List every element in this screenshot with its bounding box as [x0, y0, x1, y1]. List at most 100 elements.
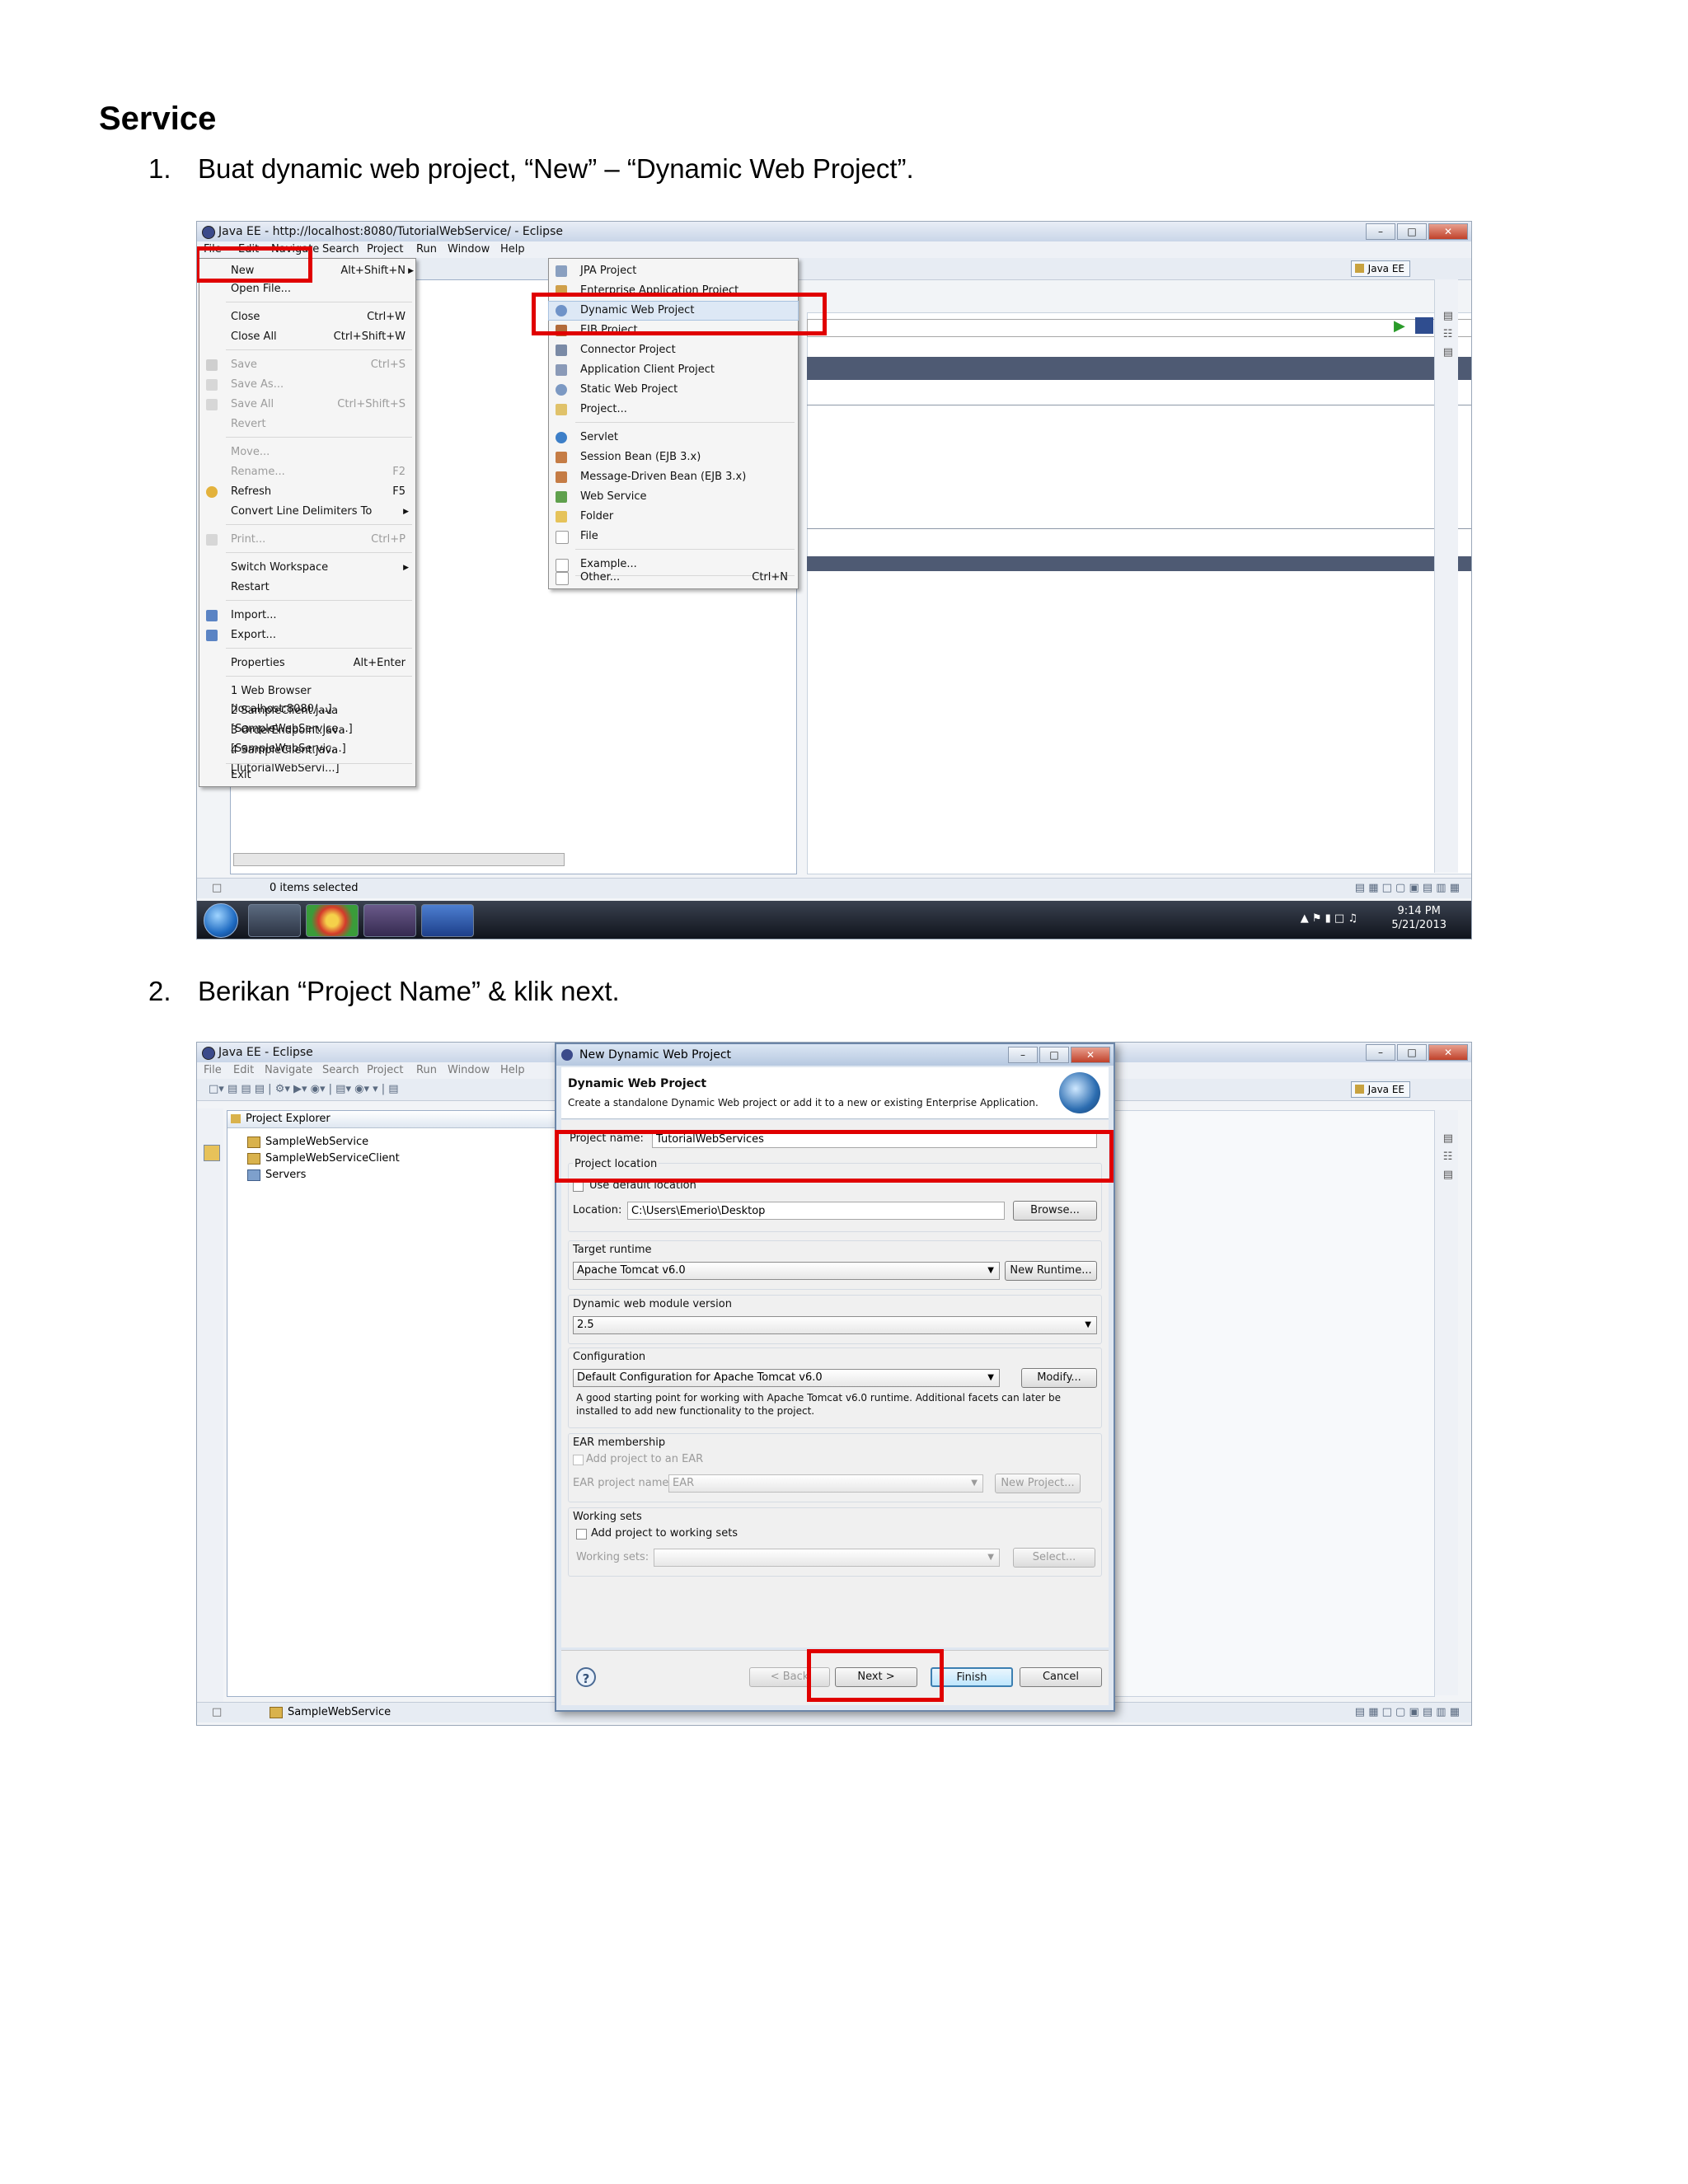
submenu-session-bean[interactable]: Session Bean (EJB 3.x) — [549, 448, 798, 466]
menu-item-properties[interactable]: Properties Alt+Enter — [199, 654, 415, 673]
location-input[interactable]: C:\Users\Emerio\Desktop — [627, 1202, 1005, 1220]
menu-item-refresh[interactable]: Refresh F5 — [199, 483, 415, 501]
taskbar-explorer-icon[interactable] — [248, 904, 301, 937]
menu-item-print[interactable]: Print... Ctrl+P — [199, 531, 415, 549]
menu-help[interactable]: Help — [500, 1062, 525, 1079]
menu-item-switch-workspace[interactable]: Switch Workspace ▶ — [199, 559, 415, 577]
location-label: Location: — [573, 1204, 622, 1216]
divider — [807, 528, 1471, 529]
menu-item-open-file[interactable]: Open File... — [199, 280, 415, 298]
new-runtime-button[interactable]: New Runtime... — [1005, 1261, 1097, 1281]
horizontal-scrollbar[interactable] — [233, 853, 565, 866]
tree-item[interactable]: SampleWebServiceClient — [247, 1152, 400, 1165]
cancel-button[interactable]: Cancel — [1020, 1667, 1102, 1687]
menu-item-revert[interactable]: Revert — [199, 415, 415, 434]
menu-run[interactable]: Run — [416, 241, 437, 258]
close-button[interactable]: ✕ — [1428, 1044, 1468, 1061]
menu-item-save-as[interactable]: Save As... — [199, 376, 415, 394]
menu-edit[interactable]: Edit — [233, 1062, 254, 1079]
submenu-file[interactable]: File — [549, 527, 798, 546]
dialog-close-button[interactable]: ✕ — [1071, 1047, 1110, 1063]
menu-item-recent-1[interactable]: 1 Web Browser [localhost:8080/...] — [199, 682, 415, 715]
menu-item-rename[interactable]: Rename... F2 — [199, 463, 415, 481]
menu-help[interactable]: Help — [500, 241, 525, 258]
menu-item-save-all[interactable]: Save All Ctrl+Shift+S — [199, 396, 415, 414]
start-button-icon[interactable] — [204, 903, 238, 938]
menu-item-move[interactable]: Move... — [199, 443, 415, 462]
taskbar-eclipse-icon[interactable] — [363, 904, 416, 937]
menu-run[interactable]: Run — [416, 1062, 437, 1079]
taskbar-chrome-icon[interactable] — [306, 904, 359, 937]
menu-search[interactable]: Search — [322, 1062, 359, 1079]
dialog-minimize-button[interactable]: – — [1008, 1047, 1038, 1063]
submenu-message-driven-bean[interactable]: Message-Driven Bean (EJB 3.x) — [549, 468, 798, 486]
message-bean-icon — [556, 471, 567, 483]
menu-item-recent-3[interactable]: 3 OrderEndpoint.java [SampleWebServic...… — [199, 722, 415, 755]
submenu-jpa-project[interactable]: JPA Project — [549, 262, 798, 280]
side-view-icons[interactable]: ▤ ☷ ▤ — [1443, 307, 1453, 362]
tree-item[interactable]: SampleWebService — [247, 1136, 368, 1148]
menu-search[interactable]: Search — [322, 241, 359, 258]
side-view-icons[interactable]: ▤ ☷ ▤ — [1443, 1130, 1453, 1184]
browser-icon[interactable] — [1415, 317, 1433, 334]
working-sets-field-label: Working sets: — [576, 1551, 649, 1563]
submenu-servlet[interactable]: Servlet — [549, 429, 798, 447]
step-2-text: Berikan “Project Name” & klik next. — [198, 976, 620, 1006]
target-runtime-select[interactable]: Apache Tomcat v6.0 ▼ — [573, 1262, 1000, 1280]
menu-window[interactable]: Window — [448, 241, 490, 258]
menu-window[interactable]: Window — [448, 1062, 490, 1079]
menu-project[interactable]: Project — [367, 1062, 403, 1079]
project-explorer-tab[interactable]: Project Explorer — [227, 1111, 582, 1128]
submenu-folder[interactable]: Folder — [549, 508, 798, 526]
status-tray-icons[interactable]: ▤ ▦ □ ▢ ▣ ▤ ▥ ▦ — [1355, 879, 1460, 898]
minimize-button[interactable]: – — [1366, 1044, 1395, 1061]
configuration-select[interactable]: Default Configuration for Apache Tomcat … — [573, 1369, 1000, 1387]
menu-item-convert-line-delimiters[interactable]: Convert Line Delimiters To ▶ — [199, 503, 415, 521]
browse-button[interactable]: Browse... — [1013, 1201, 1097, 1221]
dialog-maximize-button[interactable]: □ — [1039, 1047, 1069, 1063]
submenu-connector-project[interactable]: Connector Project — [549, 341, 798, 359]
ear-project-select[interactable]: EAR ▼ — [668, 1474, 983, 1493]
taskbar-word-icon[interactable] — [421, 904, 474, 937]
go-icon[interactable]: ▶ — [1394, 317, 1405, 335]
menu-item-export[interactable]: Export... — [199, 626, 415, 644]
close-button[interactable]: ✕ — [1428, 223, 1468, 240]
taskbar-clock[interactable]: 9:14 PM 5/21/2013 — [1391, 904, 1447, 932]
menu-item-close-all[interactable]: Close All Ctrl+Shift+W — [199, 328, 415, 346]
submenu-other[interactable]: Other... Ctrl+N — [549, 569, 798, 587]
menu-item-recent-2[interactable]: 2 SampleClient.java [SampleWebService...… — [199, 702, 415, 735]
menu-project[interactable]: Project — [367, 241, 403, 258]
dialog-title: New Dynamic Web Project — [579, 1048, 732, 1062]
menu-item-exit[interactable]: Exit — [199, 766, 415, 785]
menu-file[interactable]: File — [204, 1062, 222, 1079]
module-version-select[interactable]: 2.5 ▼ — [573, 1316, 1097, 1334]
tree-item[interactable]: Servers — [247, 1169, 306, 1181]
menu-item-save[interactable]: Save Ctrl+S — [199, 356, 415, 374]
menu-item-recent-4[interactable]: 4 SampleClient.java [TutorialWebServi...… — [199, 742, 415, 775]
tray-icons[interactable]: ▲ ⚑ ▮ □ ♫ — [1301, 912, 1357, 925]
submenu-web-service[interactable]: Web Service — [549, 488, 798, 506]
submenu-application-client-project[interactable]: Application Client Project — [549, 361, 798, 379]
add-to-working-sets-checkbox[interactable] — [576, 1529, 587, 1540]
maximize-button[interactable]: □ — [1397, 223, 1427, 240]
toolbar-icons[interactable]: □▾ ▤ ▤ ▤ | ⚙▾ ▶▾ ◉▾ | ▤▾ ◉▾ ▾ | ▤ — [209, 1083, 399, 1095]
maximize-button[interactable]: □ — [1397, 1044, 1427, 1061]
menu-item-close[interactable]: Close Ctrl+W — [199, 308, 415, 326]
modify-button[interactable]: Modify... — [1021, 1368, 1097, 1388]
menu-navigate[interactable]: Navigate — [265, 1062, 312, 1079]
submenu-static-web-project[interactable]: Static Web Project — [549, 381, 798, 399]
minimized-view-icon[interactable] — [204, 1145, 220, 1161]
minimize-button[interactable]: – — [1366, 223, 1395, 240]
menu-item-import[interactable]: Import... — [199, 607, 415, 625]
select-button[interactable]: Select... — [1013, 1548, 1095, 1568]
perspective-java-ee[interactable]: Java EE — [1350, 1081, 1410, 1098]
new-project-button[interactable]: New Project... — [995, 1474, 1081, 1493]
menu-item-restart[interactable]: Restart — [199, 579, 415, 597]
submenu-project[interactable]: Project... — [549, 401, 798, 419]
address-field[interactable] — [807, 319, 1471, 337]
help-icon[interactable]: ? — [576, 1667, 596, 1687]
perspective-java-ee[interactable]: Java EE — [1350, 260, 1410, 277]
add-to-ear-checkbox[interactable] — [573, 1455, 584, 1465]
working-sets-select[interactable]: ▼ — [654, 1549, 1000, 1567]
status-tray-icons[interactable]: ▤ ▦ □ ▢ ▣ ▤ ▥ ▦ — [1355, 1703, 1460, 1722]
